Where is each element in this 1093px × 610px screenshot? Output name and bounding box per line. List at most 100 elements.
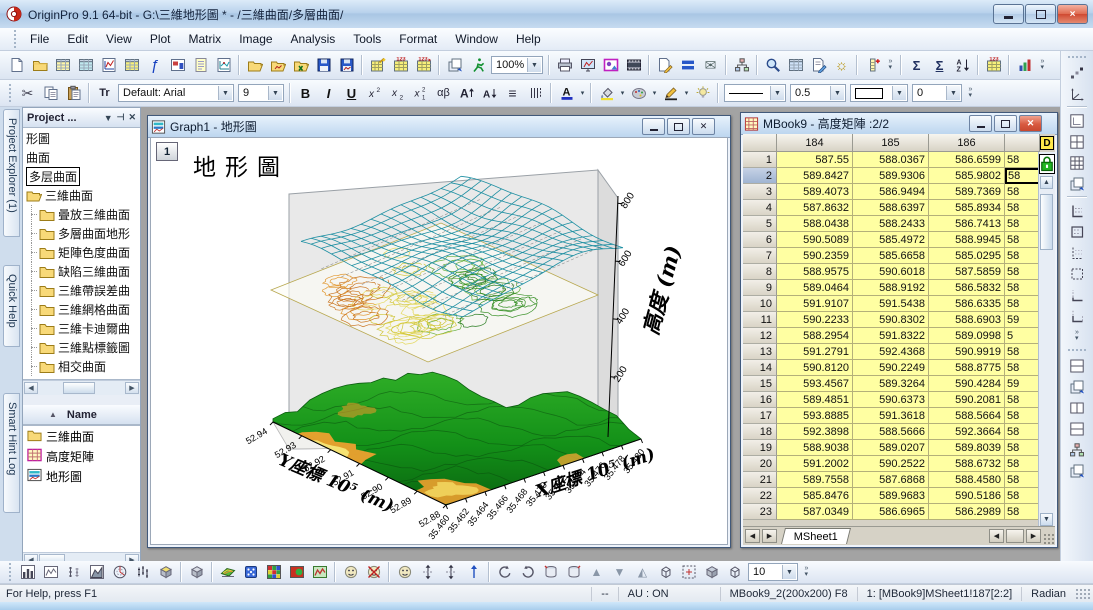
new-function-plot-icon[interactable]: ƒ (143, 55, 166, 76)
matrix-cell[interactable]: 589.9683 (853, 488, 929, 504)
rotation-angle-select[interactable]: 10▼ (748, 563, 798, 581)
matrix-cell[interactable]: 586.9494 (853, 184, 929, 200)
matrix-cell[interactable]: 590.4284 (929, 376, 1005, 392)
sheet-tab[interactable]: MSheet1 (781, 528, 851, 544)
new-layout-icon[interactable] (166, 55, 189, 76)
graph-minimize-button[interactable] (642, 118, 665, 135)
script-edit-icon[interactable] (807, 55, 830, 76)
tree-folder-item[interactable]: 曡放三維曲面 (23, 205, 140, 224)
menu-window[interactable]: Window (446, 29, 507, 49)
column-header[interactable]: 184 (777, 134, 853, 152)
elevation-up-icon[interactable]: ▲ (585, 562, 608, 583)
set-values-icon[interactable]: 123 (982, 55, 1005, 76)
left-axis-frame-icon[interactable] (1066, 200, 1089, 221)
matrix-cell[interactable]: 586.6335 (929, 296, 1005, 312)
corner-cell[interactable] (743, 134, 777, 152)
matrix-cell[interactable]: 588.9192 (853, 280, 929, 296)
run-script-icon[interactable] (466, 55, 489, 76)
row-header[interactable]: 8 (743, 264, 777, 280)
matrix-cell[interactable]: 585.9802 (929, 168, 1005, 184)
extract-layers-icon[interactable] (1066, 173, 1089, 194)
duplicate-window-icon[interactable] (443, 55, 466, 76)
matrix-cell[interactable]: 589.8427 (777, 168, 853, 184)
column-graph-icon[interactable] (1013, 55, 1036, 76)
matrix-cell[interactable]: 592.3664 (929, 424, 1005, 440)
matrix-cell[interactable]: 588.6903 (929, 312, 1005, 328)
matrix-cell[interactable]: 590.5089 (777, 232, 853, 248)
graph-page[interactable]: 1 地形圖 52.9452.9352.9252.9152.9052.8952.8… (150, 137, 728, 545)
four-panel-icon[interactable] (1066, 131, 1089, 152)
matrix-cell-partial[interactable]: 58 (1005, 440, 1040, 456)
tree-folder-item[interactable]: 三維卡迪爾曲 (23, 319, 140, 338)
menu-tools[interactable]: Tools (344, 29, 390, 49)
new-3d-graph-icon[interactable] (212, 55, 235, 76)
matrix-cell-partial[interactable]: 58 (1005, 152, 1040, 168)
worksheet-view-icon[interactable] (784, 55, 807, 76)
project-item-list[interactable]: 三維曲面高度矩陣地形圖 (23, 425, 140, 552)
tree-folder-item[interactable]: 相交曲面 (23, 357, 140, 376)
rotate-ccw-icon[interactable] (493, 562, 516, 583)
matrix-cell[interactable]: 587.6868 (853, 472, 929, 488)
menu-view[interactable]: View (97, 29, 141, 49)
corner-frame-icon[interactable] (1066, 284, 1089, 305)
matrix-cell[interactable]: 589.0998 (929, 328, 1005, 344)
statistics-row-icon[interactable]: Σ (928, 55, 951, 76)
copy-icon[interactable] (39, 83, 62, 104)
3d-scatter-plot-icon[interactable] (239, 562, 262, 583)
matrix-cell[interactable]: 588.9945 (929, 232, 1005, 248)
column-header[interactable]: 185 (853, 134, 929, 152)
matrix-cell[interactable]: 589.0464 (777, 280, 853, 296)
matrix-cell[interactable]: 590.2249 (853, 360, 929, 376)
matrix-cell-partial[interactable]: 5 (1005, 328, 1040, 344)
hscroll-left-icon[interactable]: ◀ (989, 529, 1004, 543)
greek-button[interactable]: αβ (432, 83, 455, 104)
align-left-button[interactable]: ≡ (501, 83, 524, 104)
matrix-cell[interactable]: 588.2433 (853, 216, 929, 232)
new-folder-icon[interactable] (28, 55, 51, 76)
matrix-cell-partial[interactable]: 58 (1005, 264, 1040, 280)
matrix-cell-partial[interactable]: 58 (1005, 360, 1040, 376)
border-style-select[interactable]: ▼ (850, 84, 908, 102)
scatter-matrix-icon[interactable] (1066, 62, 1089, 83)
tab-right-icon[interactable]: ▶ (762, 529, 777, 543)
tree-item-clipped[interactable]: 曲面 (23, 148, 140, 167)
menu-help[interactable]: Help (507, 29, 550, 49)
matrix-cell[interactable]: 589.4851 (777, 392, 853, 408)
matrix-cell[interactable]: 590.8120 (777, 360, 853, 376)
mask-toolbar-icon[interactable] (393, 562, 416, 583)
matrix-cell-partial[interactable]: 58 (1005, 280, 1040, 296)
matrix-cell[interactable]: 589.3264 (853, 376, 929, 392)
underline-button[interactable]: U (340, 83, 363, 104)
scroll-down-icon[interactable]: ▼ (1040, 513, 1053, 526)
side-tab-project-explorer[interactable]: Project Explorer (1) (3, 109, 20, 237)
toolbar-overflow-icon[interactable]: »▾ (1036, 55, 1049, 75)
row-header[interactable]: 18 (743, 424, 777, 440)
tree-folder-item[interactable]: 三維點標籤圖 (23, 338, 140, 357)
tree-item-selected[interactable]: 多层曲面 (26, 167, 80, 186)
font-size-select[interactable]: 9▼ (238, 84, 284, 102)
new-graph-icon[interactable] (97, 55, 120, 76)
image-capture-icon[interactable] (599, 55, 622, 76)
import-ascii-icon[interactable]: 123 (389, 55, 412, 76)
polar-plot-icon[interactable] (108, 562, 131, 583)
offset-layers-icon[interactable] (1066, 376, 1089, 397)
new-matrix-data-icon[interactable] (120, 55, 143, 76)
increase-3d-box-icon[interactable] (700, 562, 723, 583)
unmask-range-icon[interactable] (362, 562, 385, 583)
title-bar[interactable]: OriginPro 9.1 64-bit - G:\三維地形圖 * - /三維曲… (0, 0, 1093, 29)
zoom-select[interactable]: 100%▼ (491, 56, 543, 74)
matrix-cell[interactable]: 589.7558 (777, 472, 853, 488)
stack-layers-icon[interactable] (1066, 355, 1089, 376)
hscroll-right-icon[interactable]: ▶ (1026, 529, 1041, 543)
scrollbar-thumb[interactable] (1040, 194, 1053, 250)
3d-axes-icon[interactable] (1066, 83, 1089, 104)
color-dropdown-icon[interactable]: ▾ (650, 83, 659, 104)
3d-template-icon[interactable] (154, 562, 177, 583)
matrix-cell[interactable]: 590.5186 (929, 488, 1005, 504)
matrix-cell[interactable]: 591.9107 (777, 296, 853, 312)
panel-close-icon[interactable]: ✕ (128, 112, 136, 123)
column-plot-icon[interactable] (16, 562, 39, 583)
matrix-cell-partial[interactable]: 58 (1005, 184, 1040, 200)
3d-wireframe-plot-icon[interactable] (185, 562, 208, 583)
matrix-cell[interactable]: 589.9306 (853, 168, 929, 184)
